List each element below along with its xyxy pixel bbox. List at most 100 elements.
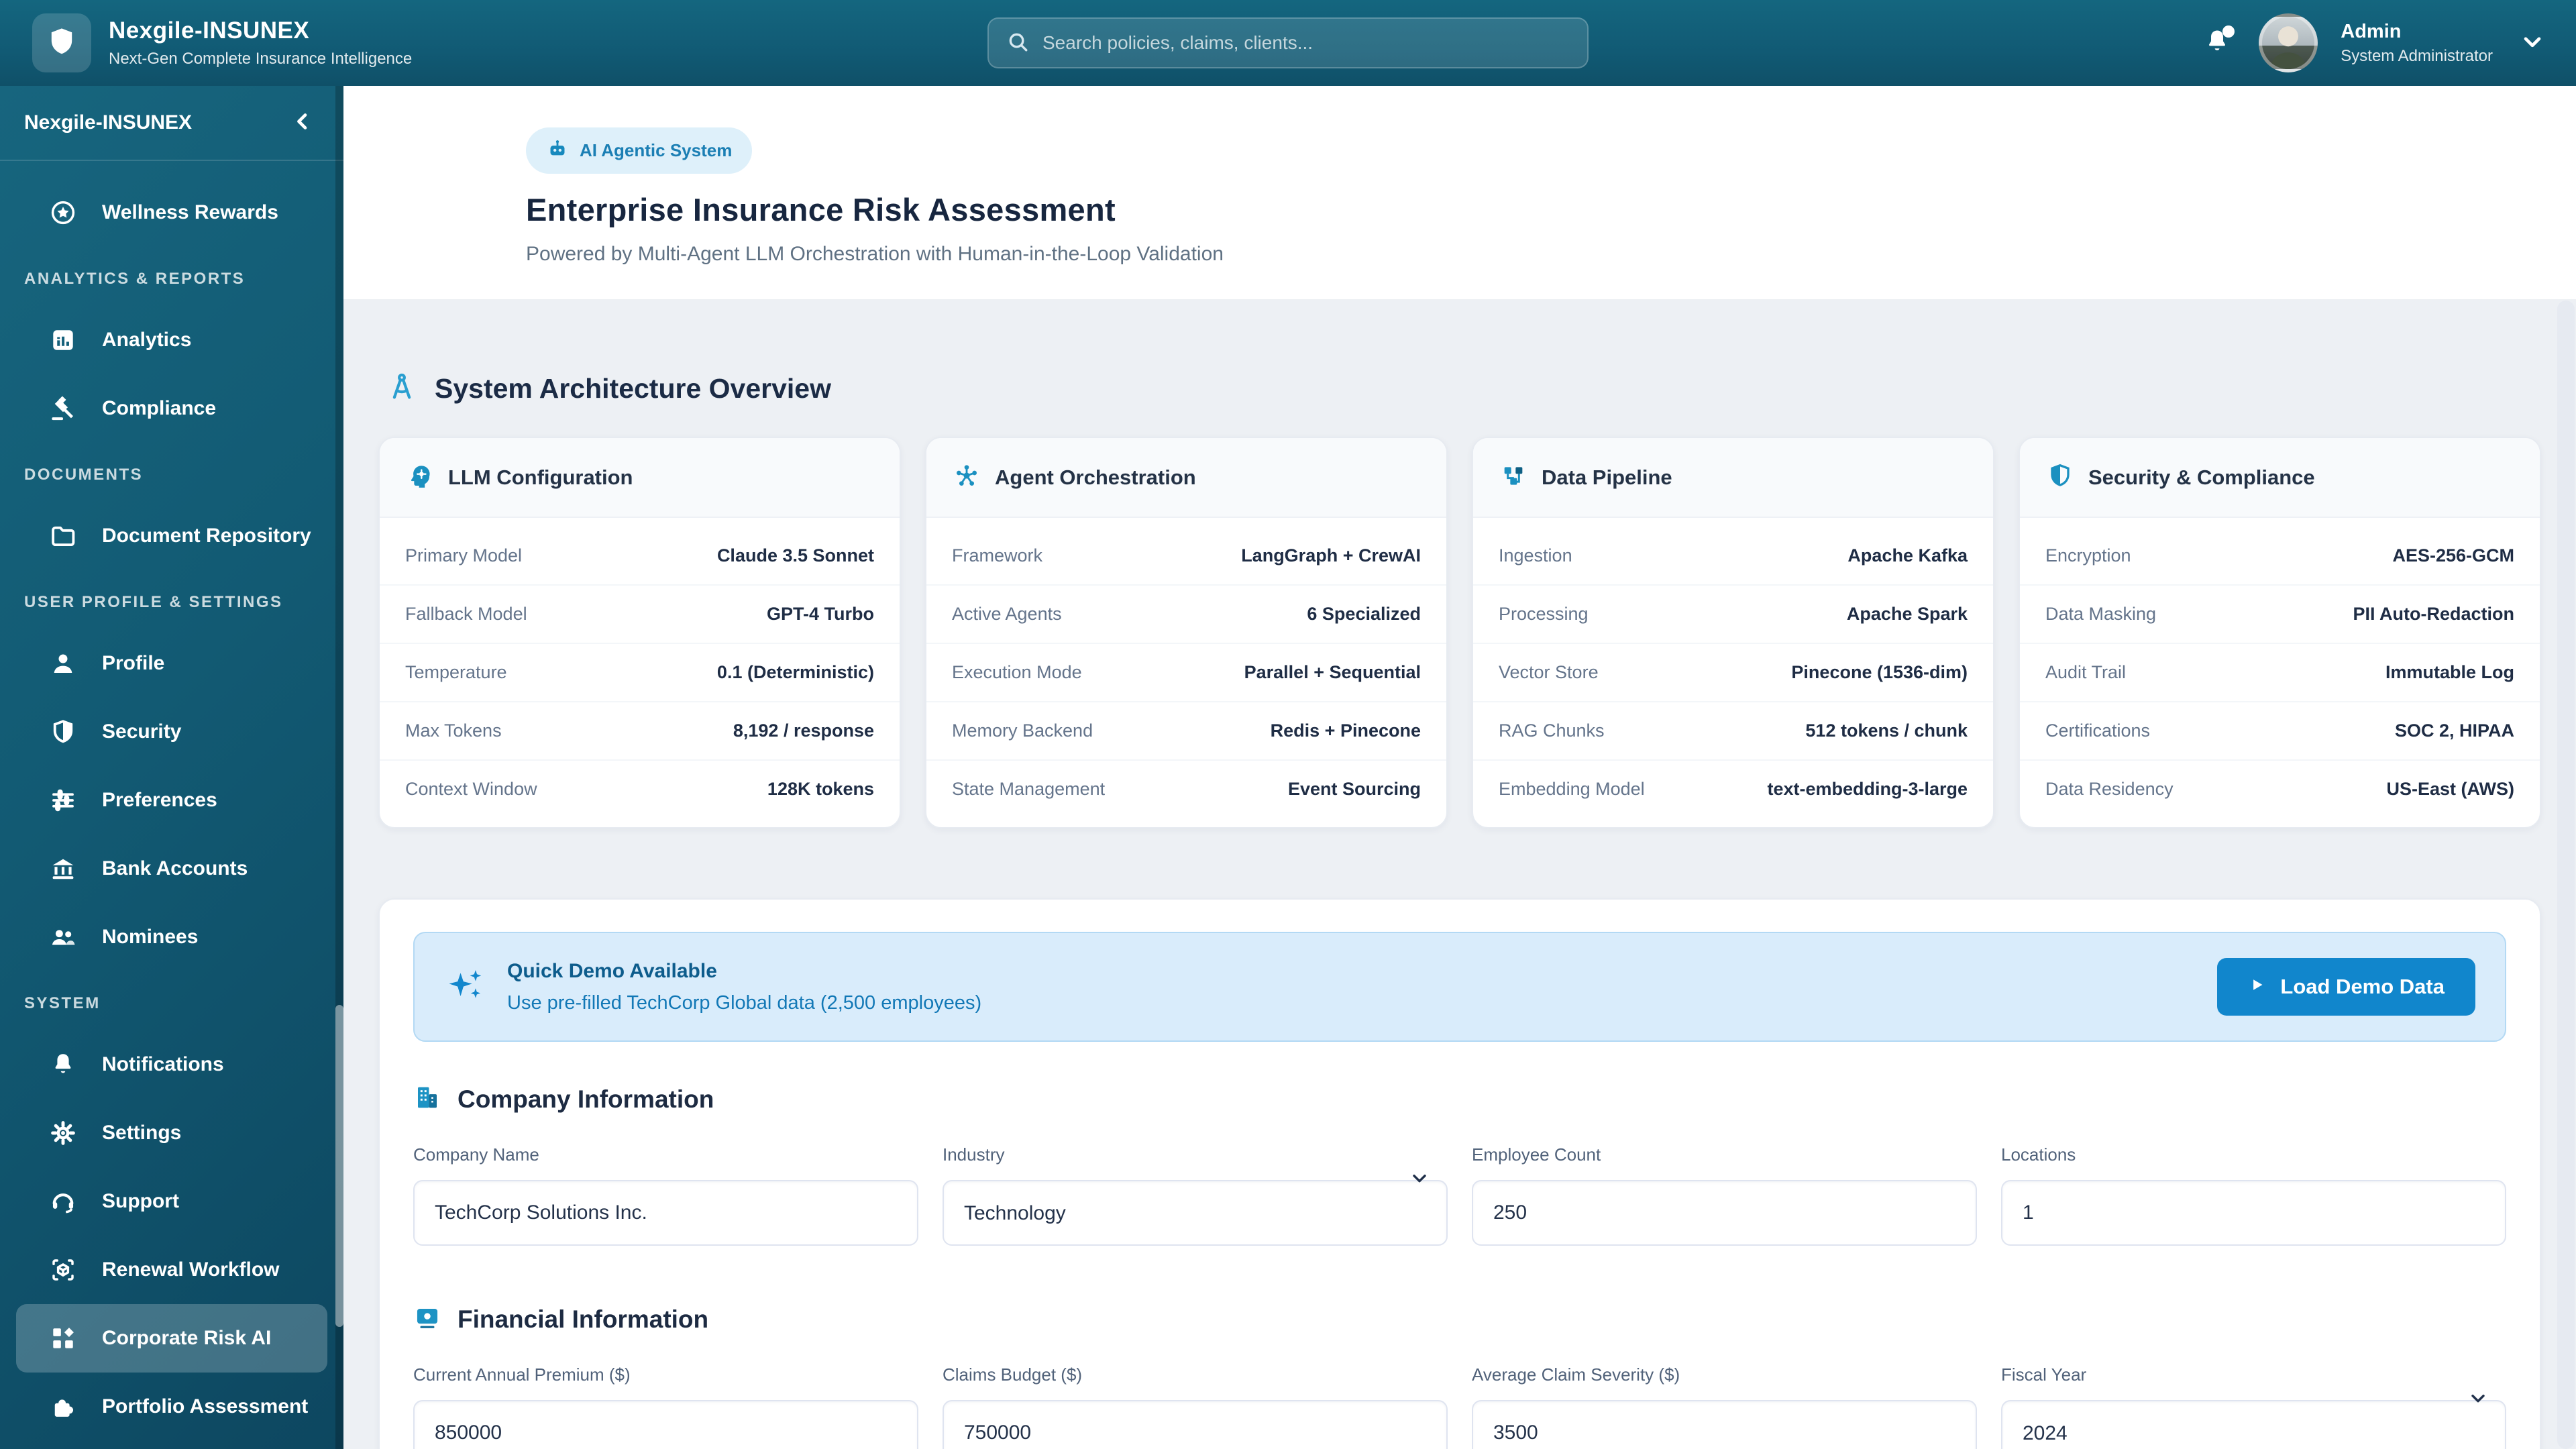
sidebar-item-compliance[interactable]: Compliance bbox=[0, 374, 343, 443]
gear-icon bbox=[48, 1119, 78, 1147]
sidebar-section-system: SYSTEM bbox=[24, 994, 101, 1012]
sidebar-item-label: Security bbox=[102, 720, 182, 743]
page-scrollbar[interactable] bbox=[2557, 301, 2575, 1449]
kv-label: Vector Store bbox=[1499, 662, 1599, 682]
kv-label: Audit Trail bbox=[2045, 662, 2127, 682]
claim-severity-field: Average Claim Severity ($) bbox=[1472, 1364, 1977, 1449]
sidebar-collapse-button[interactable] bbox=[284, 105, 321, 141]
puzzle-icon bbox=[48, 1393, 78, 1421]
card-title: Agent Orchestration bbox=[995, 465, 1196, 489]
notifications-button[interactable] bbox=[2198, 24, 2236, 62]
claim-severity-input[interactable] bbox=[1472, 1400, 1977, 1449]
search-input[interactable] bbox=[1042, 32, 1566, 54]
notification-dot-badge bbox=[2222, 25, 2235, 38]
user-menu-button[interactable] bbox=[2516, 26, 2549, 60]
architecture-cards: LLM Configuration Primary Model Claude 3.… bbox=[378, 437, 2541, 828]
kv-value: 512 tokens / chunk bbox=[1805, 720, 1968, 741]
user-role: System Administrator bbox=[2341, 46, 2493, 65]
company-name-input[interactable] bbox=[413, 1180, 918, 1246]
fiscal-year-select[interactable]: 2024 bbox=[2001, 1400, 2506, 1449]
kv-label: Certifications bbox=[2045, 720, 2151, 741]
kv-row: Processing Apache Spark bbox=[1473, 586, 1993, 644]
sidebar-item-profile[interactable]: Profile bbox=[0, 629, 343, 698]
field-label: Claims Budget ($) bbox=[943, 1364, 1083, 1385]
locations-field: Locations bbox=[2001, 1144, 2506, 1246]
sidebar-item-preferences[interactable]: Preferences bbox=[0, 766, 343, 835]
sidebar-item-label: Bank Accounts bbox=[102, 857, 248, 879]
brand-tagline: Next-Gen Complete Insurance Intelligence bbox=[109, 50, 413, 68]
financial-form-grid: Current Annual Premium ($) Claims Budget… bbox=[413, 1364, 2506, 1449]
kv-value: Apache Kafka bbox=[1847, 545, 1968, 566]
topbar: Nexgile-INSUNEX Next-Gen Complete Insura… bbox=[0, 0, 2576, 86]
sidebar-item-label: Support bbox=[102, 1190, 179, 1212]
sidebar-section-documents: DOCUMENTS bbox=[24, 466, 144, 484]
locations-input[interactable] bbox=[2001, 1180, 2506, 1246]
sidebar-item-label: Document Repository bbox=[102, 525, 311, 547]
kv-label: Ingestion bbox=[1499, 545, 1572, 566]
field-label: Employee Count bbox=[1472, 1144, 1601, 1165]
claims-budget-input[interactable] bbox=[943, 1400, 1448, 1449]
employee-count-input[interactable] bbox=[1472, 1180, 1977, 1246]
content-area: System Architecture Overview LLM Configu… bbox=[343, 372, 2576, 1449]
kv-label: Framework bbox=[952, 545, 1043, 566]
kv-value: PII Auto-Redaction bbox=[2353, 604, 2515, 624]
kv-label: Primary Model bbox=[405, 545, 523, 566]
sidebar-item-settings[interactable]: Settings bbox=[0, 1099, 343, 1167]
kv-label: Temperature bbox=[405, 662, 507, 682]
sidebar-item-wellness-rewards[interactable]: Wellness Rewards bbox=[0, 178, 343, 247]
sidebar-item-bank-accounts[interactable]: Bank Accounts bbox=[0, 835, 343, 903]
kv-row: Temperature 0.1 (Deterministic) bbox=[380, 644, 900, 702]
sidebar-nav: Wellness Rewards ANALYTICS & REPORTS Ana… bbox=[0, 161, 343, 1441]
shield-logo-icon bbox=[46, 23, 78, 63]
field-label: Average Claim Severity ($) bbox=[1472, 1364, 1680, 1385]
industry-select[interactable]: Technology bbox=[943, 1180, 1448, 1246]
sidebar-item-corporate-risk-ai[interactable]: Corporate Risk AI bbox=[16, 1304, 327, 1373]
card-title: Data Pipeline bbox=[1542, 465, 1672, 489]
card-title: Security & Compliance bbox=[2088, 465, 2315, 489]
sidebar-item-label: Settings bbox=[102, 1122, 182, 1144]
kv-label: Data Masking bbox=[2045, 604, 2157, 624]
global-search[interactable] bbox=[987, 17, 1589, 68]
sidebar-item-notifications[interactable]: Notifications bbox=[0, 1030, 343, 1099]
annual-premium-input[interactable] bbox=[413, 1400, 918, 1449]
kv-label: RAG Chunks bbox=[1499, 720, 1605, 741]
sidebar-item-document-repository[interactable]: Document Repository bbox=[0, 502, 343, 570]
sidebar-scrollbar-thumb[interactable] bbox=[335, 1005, 343, 1327]
sidebar-item-renewal-workflow[interactable]: Renewal Workflow bbox=[0, 1236, 343, 1304]
sidebar-item-security[interactable]: Security bbox=[0, 698, 343, 766]
user-block[interactable]: Admin System Administrator bbox=[2341, 21, 2493, 66]
card-agent-orchestration: Agent Orchestration Framework LangGraph +… bbox=[925, 437, 1448, 828]
sidebar-item-portfolio-assessment[interactable]: Portfolio Assessment bbox=[0, 1373, 343, 1441]
card-body: Framework LangGraph + CrewAI Active Agent… bbox=[926, 518, 1446, 827]
chevron-down-icon bbox=[2519, 28, 2546, 58]
sidebar-item-support[interactable]: Support bbox=[0, 1167, 343, 1236]
kv-row: Certifications SOC 2, HIPAA bbox=[2020, 702, 2540, 761]
avatar[interactable] bbox=[2259, 13, 2318, 72]
compass-icon bbox=[386, 372, 417, 406]
kv-value: text-embedding-3-large bbox=[1767, 779, 1968, 799]
kv-value: 6 Specialized bbox=[1307, 604, 1421, 624]
sidebar-item-analytics[interactable]: Analytics bbox=[0, 306, 343, 374]
field-label: Company Name bbox=[413, 1144, 539, 1165]
sidebar-item-nominees[interactable]: Nominees bbox=[0, 903, 343, 971]
sliders-icon bbox=[48, 786, 78, 814]
card-body: Primary Model Claude 3.5 Sonnet Fallback … bbox=[380, 518, 900, 827]
kv-value: AES-256-GCM bbox=[2392, 545, 2514, 566]
kv-row: Max Tokens 8,192 / response bbox=[380, 702, 900, 761]
financial-info-heading-text: Financial Information bbox=[458, 1305, 709, 1333]
company-name-field: Company Name bbox=[413, 1144, 918, 1246]
load-demo-data-button[interactable]: Load Demo Data bbox=[2217, 958, 2475, 1016]
badge-label: AI Agentic System bbox=[580, 140, 733, 160]
brand-logo bbox=[32, 13, 91, 72]
field-label: Locations bbox=[2001, 1144, 2076, 1165]
kv-row: Vector Store Pinecone (1536-dim) bbox=[1473, 644, 1993, 702]
pipeline-icon bbox=[1500, 462, 1527, 492]
kv-value: US-East (AWS) bbox=[2386, 779, 2514, 799]
kv-value: 8,192 / response bbox=[733, 720, 874, 741]
assessment-panel: Quick Demo Available Use pre-filled Tech… bbox=[378, 898, 2541, 1449]
sidebar-item-label: Compliance bbox=[102, 397, 217, 419]
kv-value: GPT-4 Turbo bbox=[767, 604, 874, 624]
architecture-heading-text: System Architecture Overview bbox=[435, 373, 831, 404]
page-header: AI Agentic System Enterprise Insurance R… bbox=[343, 86, 2576, 299]
kv-value: SOC 2, HIPAA bbox=[2394, 720, 2514, 741]
